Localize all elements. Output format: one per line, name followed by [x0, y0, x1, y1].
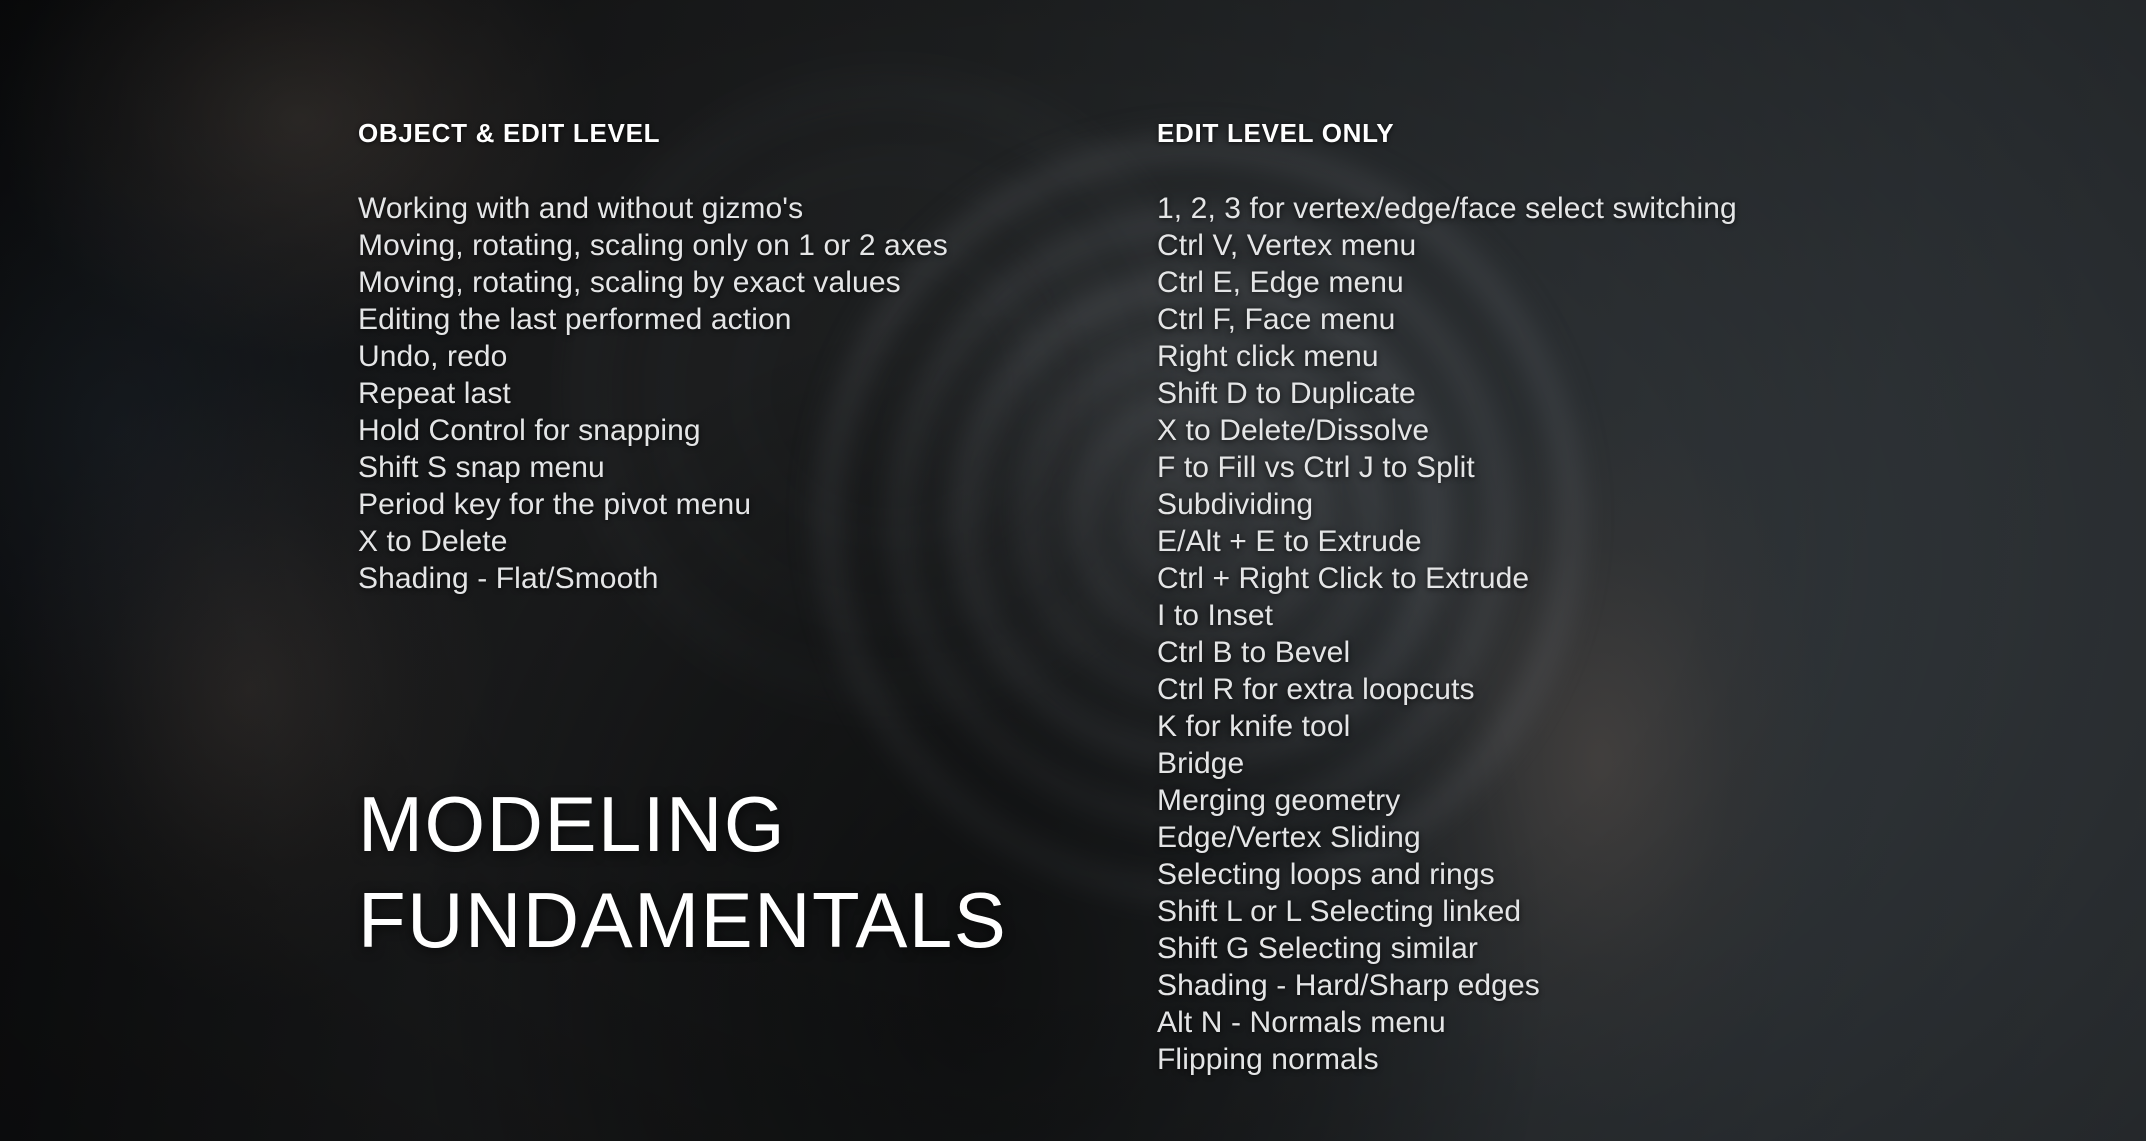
- list-item: Shading - Hard/Sharp edges: [1157, 969, 1540, 1002]
- list-item: Shift G Selecting similar: [1157, 932, 1478, 965]
- list-item: K for knife tool: [1157, 710, 1351, 743]
- background-warm-glow-top: [0, 0, 2146, 1141]
- slide-root: OBJECT & EDIT LEVEL Working with and wit…: [0, 0, 2146, 1141]
- list-item: Shift S snap menu: [358, 451, 605, 484]
- list-item: Repeat last: [358, 377, 511, 410]
- background-warm-glow-left: [0, 0, 2146, 1141]
- list-item: Shift D to Duplicate: [1157, 377, 1416, 410]
- list-item: Selecting loops and rings: [1157, 858, 1495, 891]
- list-item: Merging geometry: [1157, 784, 1401, 817]
- background-base-gradient: [0, 0, 2146, 1141]
- list-item: Ctrl B to Bevel: [1157, 636, 1351, 669]
- list-item: X to Delete: [358, 525, 508, 558]
- background-cool-glow: [0, 0, 2146, 1141]
- list-item: F to Fill vs Ctrl J to Split: [1157, 451, 1475, 484]
- background-vignette: [0, 0, 2146, 1141]
- left-column-list: Working with and without gizmo's Moving,…: [358, 190, 948, 597]
- list-item: Moving, rotating, scaling only on 1 or 2…: [358, 229, 948, 262]
- list-item: Edge/Vertex Sliding: [1157, 821, 1421, 854]
- list-item: Bridge: [1157, 747, 1245, 780]
- list-item: Right click menu: [1157, 340, 1379, 373]
- list-item: Undo, redo: [358, 340, 508, 373]
- list-item: Moving, rotating, scaling by exact value…: [358, 266, 901, 299]
- page-title: MODELING FUNDAMENTALS: [358, 776, 1007, 968]
- page-title-line-1: MODELING: [358, 780, 787, 868]
- list-item: E/Alt + E to Extrude: [1157, 525, 1422, 558]
- list-item: Alt N - Normals menu: [1157, 1006, 1446, 1039]
- page-title-line-2: FUNDAMENTALS: [358, 876, 1008, 964]
- background-warm-glow-right: [0, 0, 2146, 1141]
- list-item: 1, 2, 3 for vertex/edge/face select swit…: [1157, 192, 1737, 225]
- list-item: Subdividing: [1157, 488, 1314, 521]
- list-item: Hold Control for snapping: [358, 414, 701, 447]
- list-item: Ctrl R for extra loopcuts: [1157, 673, 1475, 706]
- background-shadow-sweep: [0, 0, 2146, 1141]
- list-item: X to Delete/Dissolve: [1157, 414, 1430, 447]
- list-item: Period key for the pivot menu: [358, 488, 752, 521]
- list-item: I to Inset: [1157, 599, 1274, 632]
- list-item: Working with and without gizmo's: [358, 192, 804, 225]
- right-column-header: EDIT LEVEL ONLY: [1157, 118, 1395, 148]
- list-item: Ctrl E, Edge menu: [1157, 266, 1404, 299]
- left-column-header: OBJECT & EDIT LEVEL: [358, 118, 661, 148]
- list-item: Ctrl F, Face menu: [1157, 303, 1396, 336]
- list-item: Ctrl + Right Click to Extrude: [1157, 562, 1530, 595]
- right-column-list: 1, 2, 3 for vertex/edge/face select swit…: [1157, 190, 1737, 1078]
- list-item: Editing the last performed action: [358, 303, 792, 336]
- list-item: Flipping normals: [1157, 1043, 1379, 1076]
- list-item: Shading - Flat/Smooth: [358, 562, 659, 595]
- list-item: Shift L or L Selecting linked: [1157, 895, 1522, 928]
- list-item: Ctrl V, Vertex menu: [1157, 229, 1417, 262]
